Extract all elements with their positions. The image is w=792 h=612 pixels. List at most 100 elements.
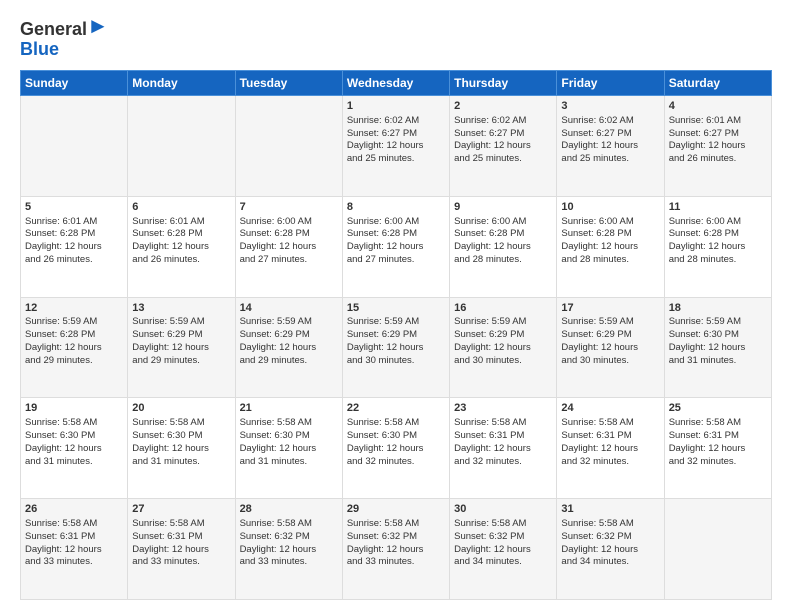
- day-info: Daylight: 12 hours: [132, 241, 230, 254]
- day-info: Sunrise: 6:01 AM: [132, 216, 230, 229]
- calendar-cell-empty: [664, 499, 771, 600]
- day-info: Daylight: 12 hours: [561, 241, 659, 254]
- calendar-cell-day-23: 23Sunrise: 5:58 AMSunset: 6:31 PMDayligh…: [450, 398, 557, 499]
- day-info: and 34 minutes.: [454, 556, 552, 569]
- day-number: 5: [25, 200, 123, 215]
- day-info: Sunset: 6:32 PM: [561, 531, 659, 544]
- day-info: and 33 minutes.: [240, 556, 338, 569]
- calendar-cell-day-25: 25Sunrise: 5:58 AMSunset: 6:31 PMDayligh…: [664, 398, 771, 499]
- day-info: and 25 minutes.: [454, 153, 552, 166]
- day-info: Daylight: 12 hours: [347, 140, 445, 153]
- day-info: Daylight: 12 hours: [240, 544, 338, 557]
- day-number: 10: [561, 200, 659, 215]
- day-number: 8: [347, 200, 445, 215]
- day-info: Sunrise: 5:58 AM: [454, 518, 552, 531]
- day-number: 22: [347, 401, 445, 416]
- calendar-cell-day-27: 27Sunrise: 5:58 AMSunset: 6:31 PMDayligh…: [128, 499, 235, 600]
- day-info: Sunrise: 6:02 AM: [561, 115, 659, 128]
- day-info: Sunset: 6:30 PM: [240, 430, 338, 443]
- day-number: 13: [132, 301, 230, 316]
- calendar-cell-day-7: 7Sunrise: 6:00 AMSunset: 6:28 PMDaylight…: [235, 196, 342, 297]
- calendar-cell-day-18: 18Sunrise: 5:59 AMSunset: 6:30 PMDayligh…: [664, 297, 771, 398]
- day-info: and 30 minutes.: [454, 355, 552, 368]
- calendar-cell-day-20: 20Sunrise: 5:58 AMSunset: 6:30 PMDayligh…: [128, 398, 235, 499]
- day-number: 4: [669, 99, 767, 114]
- day-info: and 28 minutes.: [669, 254, 767, 267]
- calendar-cell-empty: [235, 95, 342, 196]
- day-info: and 31 minutes.: [132, 456, 230, 469]
- day-info: Daylight: 12 hours: [561, 443, 659, 456]
- day-info: and 32 minutes.: [561, 456, 659, 469]
- day-info: Sunset: 6:31 PM: [561, 430, 659, 443]
- day-info: Sunrise: 5:59 AM: [25, 316, 123, 329]
- day-info: Sunset: 6:29 PM: [561, 329, 659, 342]
- day-info: Sunset: 6:27 PM: [454, 128, 552, 141]
- day-info: and 26 minutes.: [669, 153, 767, 166]
- day-info: Sunset: 6:28 PM: [132, 228, 230, 241]
- calendar-header-friday: Friday: [557, 70, 664, 95]
- day-info: Daylight: 12 hours: [347, 241, 445, 254]
- calendar-cell-empty: [128, 95, 235, 196]
- day-info: Sunset: 6:28 PM: [25, 228, 123, 241]
- calendar-cell-day-26: 26Sunrise: 5:58 AMSunset: 6:31 PMDayligh…: [21, 499, 128, 600]
- day-info: Daylight: 12 hours: [132, 342, 230, 355]
- day-number: 31: [561, 502, 659, 517]
- day-info: Daylight: 12 hours: [561, 342, 659, 355]
- day-info: Sunset: 6:28 PM: [561, 228, 659, 241]
- day-info: and 25 minutes.: [347, 153, 445, 166]
- day-info: Daylight: 12 hours: [561, 140, 659, 153]
- calendar-header-row: SundayMondayTuesdayWednesdayThursdayFrid…: [21, 70, 772, 95]
- day-info: Sunset: 6:28 PM: [25, 329, 123, 342]
- day-info: and 29 minutes.: [240, 355, 338, 368]
- day-info: Daylight: 12 hours: [240, 342, 338, 355]
- day-info: and 31 minutes.: [669, 355, 767, 368]
- day-info: Daylight: 12 hours: [669, 140, 767, 153]
- calendar-cell-day-19: 19Sunrise: 5:58 AMSunset: 6:30 PMDayligh…: [21, 398, 128, 499]
- day-number: 29: [347, 502, 445, 517]
- day-info: Sunset: 6:31 PM: [669, 430, 767, 443]
- calendar-week-2: 5Sunrise: 6:01 AMSunset: 6:28 PMDaylight…: [21, 196, 772, 297]
- day-number: 23: [454, 401, 552, 416]
- header: General► Blue: [20, 16, 772, 60]
- day-info: Daylight: 12 hours: [454, 443, 552, 456]
- logo-general: General►: [20, 16, 109, 40]
- day-info: Sunset: 6:29 PM: [347, 329, 445, 342]
- day-number: 6: [132, 200, 230, 215]
- day-number: 15: [347, 301, 445, 316]
- day-info: Sunrise: 5:59 AM: [669, 316, 767, 329]
- day-info: and 30 minutes.: [561, 355, 659, 368]
- day-info: and 32 minutes.: [669, 456, 767, 469]
- logo-blue: Blue: [20, 40, 109, 60]
- day-info: Sunrise: 6:02 AM: [454, 115, 552, 128]
- day-info: Daylight: 12 hours: [347, 443, 445, 456]
- day-info: Sunrise: 5:58 AM: [347, 518, 445, 531]
- day-info: and 31 minutes.: [25, 456, 123, 469]
- calendar-cell-day-3: 3Sunrise: 6:02 AMSunset: 6:27 PMDaylight…: [557, 95, 664, 196]
- day-info: and 29 minutes.: [132, 355, 230, 368]
- day-info: Sunrise: 5:58 AM: [25, 417, 123, 430]
- day-info: and 26 minutes.: [132, 254, 230, 267]
- day-info: Daylight: 12 hours: [132, 544, 230, 557]
- calendar-cell-day-2: 2Sunrise: 6:02 AMSunset: 6:27 PMDaylight…: [450, 95, 557, 196]
- day-info: and 30 minutes.: [347, 355, 445, 368]
- calendar-cell-day-11: 11Sunrise: 6:00 AMSunset: 6:28 PMDayligh…: [664, 196, 771, 297]
- calendar-header-thursday: Thursday: [450, 70, 557, 95]
- day-info: Daylight: 12 hours: [347, 544, 445, 557]
- day-info: Daylight: 12 hours: [132, 443, 230, 456]
- day-number: 18: [669, 301, 767, 316]
- day-number: 27: [132, 502, 230, 517]
- day-info: Sunrise: 6:00 AM: [454, 216, 552, 229]
- day-number: 26: [25, 502, 123, 517]
- day-info: and 27 minutes.: [347, 254, 445, 267]
- day-info: and 29 minutes.: [25, 355, 123, 368]
- day-info: and 33 minutes.: [25, 556, 123, 569]
- day-info: Sunrise: 6:02 AM: [347, 115, 445, 128]
- day-info: Daylight: 12 hours: [669, 342, 767, 355]
- calendar-cell-day-10: 10Sunrise: 6:00 AMSunset: 6:28 PMDayligh…: [557, 196, 664, 297]
- day-info: Daylight: 12 hours: [25, 342, 123, 355]
- day-info: and 32 minutes.: [454, 456, 552, 469]
- calendar-header-sunday: Sunday: [21, 70, 128, 95]
- calendar: SundayMondayTuesdayWednesdayThursdayFrid…: [20, 70, 772, 600]
- calendar-cell-day-30: 30Sunrise: 5:58 AMSunset: 6:32 PMDayligh…: [450, 499, 557, 600]
- day-number: 16: [454, 301, 552, 316]
